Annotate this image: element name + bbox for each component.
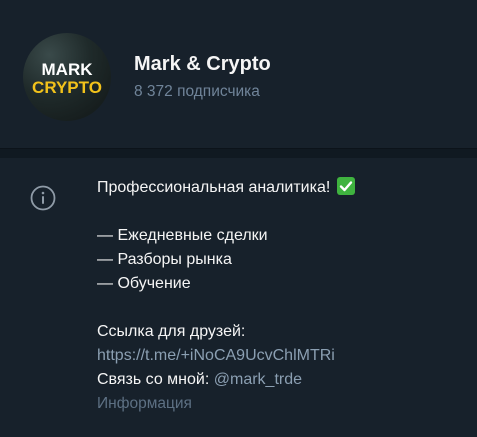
avatar-text-line1: MARK [42,60,94,79]
avatar-logo: MARK CRYPTO [32,60,102,97]
contact-line: Связь со мной: @mark_trde [97,368,457,392]
section-divider [0,148,477,158]
channel-header: MARK CRYPTO Mark & Crypto 8 372 подписчи… [0,0,477,148]
channel-title: Mark & Crypto [134,53,271,75]
friends-link-label: Ссылка для друзей: [97,323,246,340]
list-item: — Ежедневные сделки [97,227,268,244]
channel-avatar[interactable]: MARK CRYPTO [23,33,111,121]
avatar-text-line2: CRYPTO [32,78,102,97]
channel-description: Профессиональная аналитика! — Ежедневные… [97,176,457,416]
list-item: — Разборы рынка [97,251,232,268]
headline-text: Профессиональная аналитика! [97,179,331,196]
list-item: — Обучение [97,275,191,292]
description-headline: Профессиональная аналитика! [97,176,457,200]
info-icon [30,185,56,211]
info-section: Профессиональная аналитика! — Ежедневные… [0,158,477,437]
contact-label: Связь со мной: [97,371,214,388]
contact-handle-link[interactable]: @mark_trde [214,371,302,388]
subscriber-count: 8 372 подписчика [134,83,260,100]
check-mark-button-icon [336,177,355,195]
info-caption: Информация [97,395,192,412]
friends-link[interactable]: https://t.me/+iNoCA9UcvChlMTRi [97,344,457,368]
